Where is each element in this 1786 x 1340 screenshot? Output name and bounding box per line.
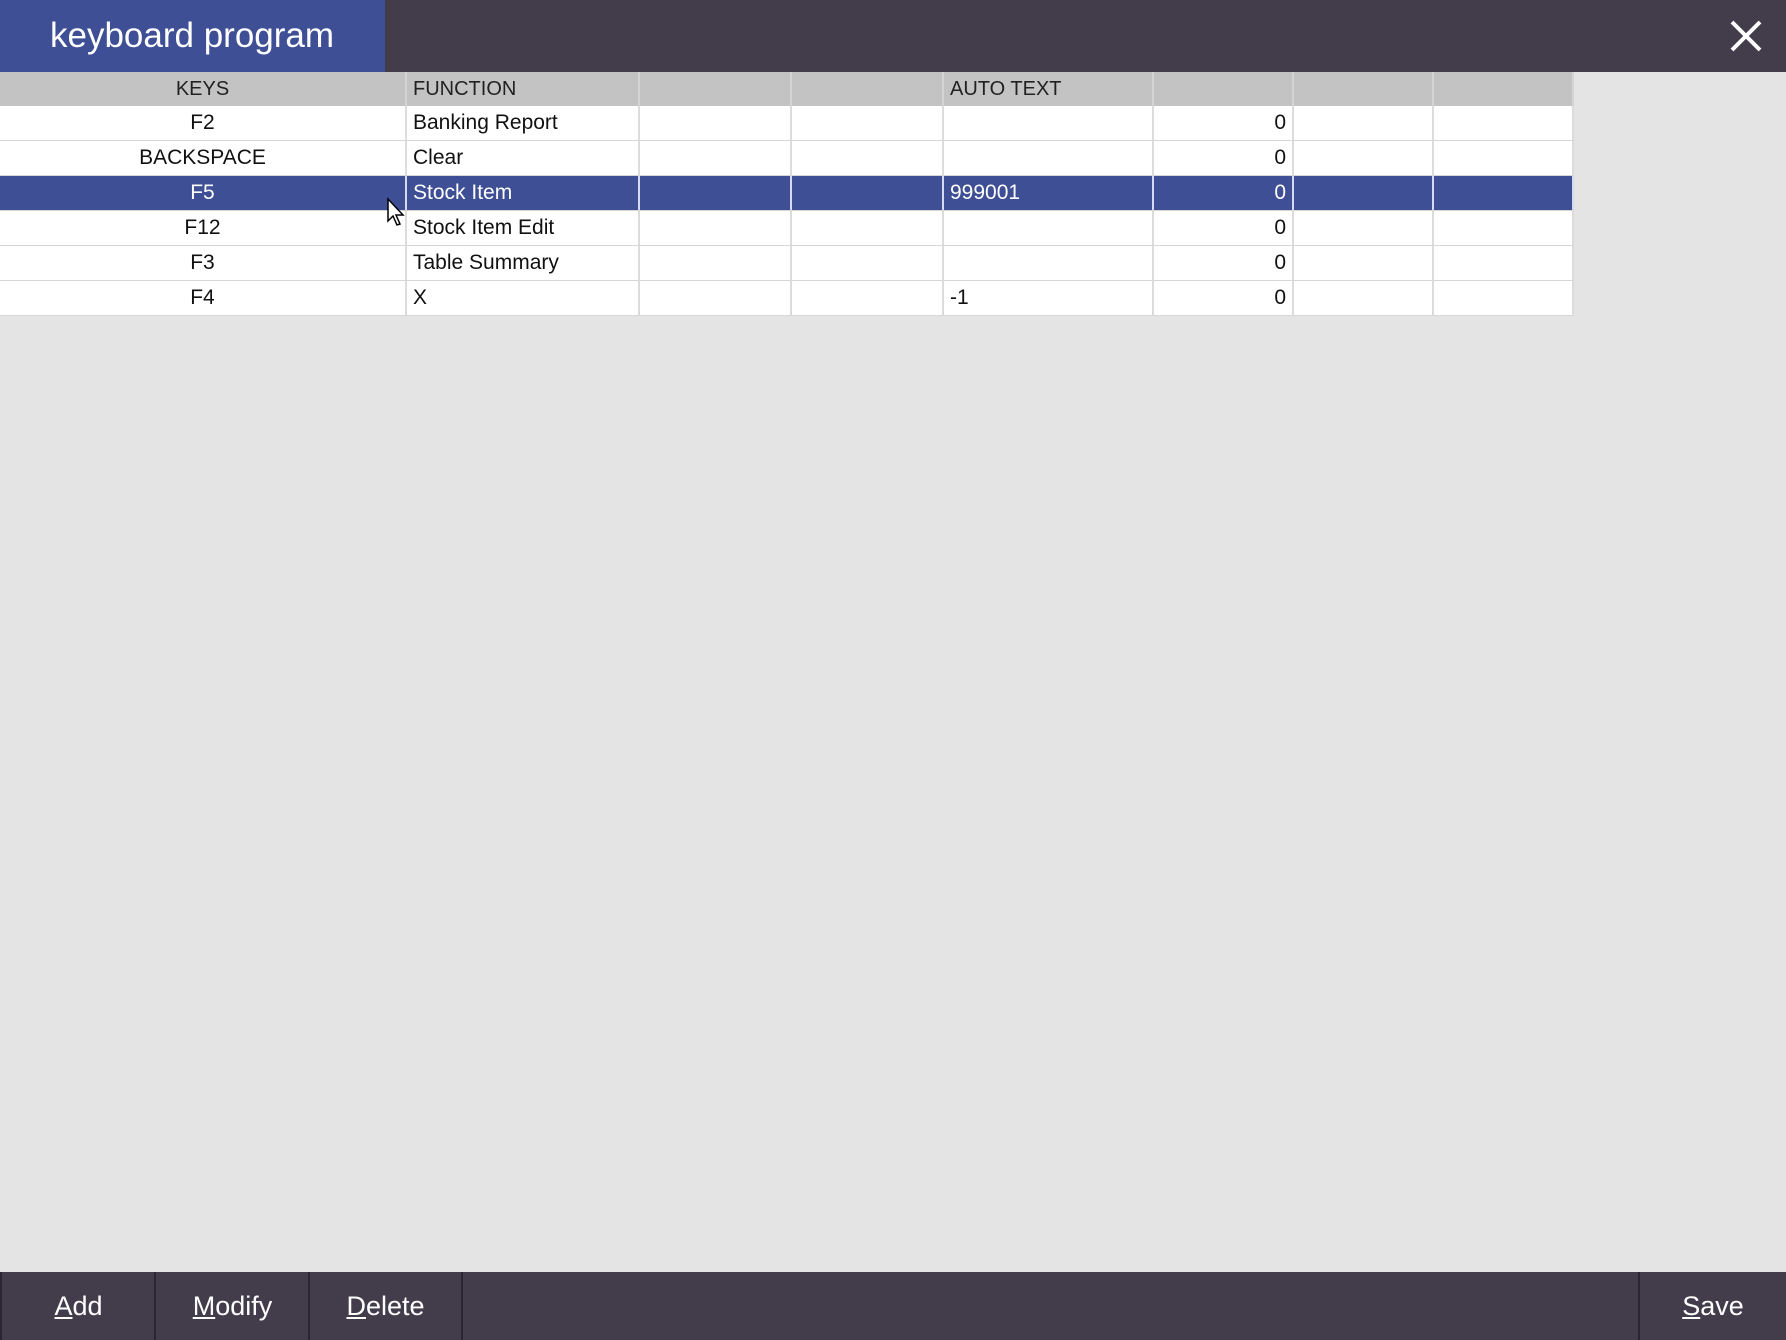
column-header-auto-text[interactable]: AUTO TEXT bbox=[944, 72, 1154, 106]
modify-button[interactable]: Modify bbox=[154, 1272, 309, 1340]
function-cell[interactable]: Banking Report bbox=[407, 106, 640, 140]
auto-text-cell[interactable]: 999001 bbox=[944, 176, 1154, 210]
value-cell[interactable]: 0 bbox=[1154, 106, 1294, 140]
mouse-cursor-icon bbox=[387, 197, 405, 226]
add-mnemonic: A bbox=[54, 1291, 73, 1321]
add-button[interactable]: Add bbox=[0, 1272, 155, 1340]
function-cell[interactable]: Stock Item bbox=[407, 176, 640, 210]
cell[interactable] bbox=[1434, 281, 1574, 315]
delete-mnemonic: D bbox=[346, 1291, 366, 1321]
table-row[interactable]: F2 Banking Report 0 bbox=[0, 106, 1574, 141]
close-icon bbox=[1730, 20, 1762, 52]
keyboard-program-table: KEYS FUNCTION AUTO TEXT F2 Banking Report… bbox=[0, 72, 1574, 316]
save-mnemonic: S bbox=[1682, 1291, 1701, 1321]
auto-text-cell[interactable]: -1 bbox=[944, 281, 1154, 315]
value-cell[interactable]: 0 bbox=[1154, 246, 1294, 280]
column-header[interactable] bbox=[792, 72, 944, 106]
cell[interactable] bbox=[1434, 106, 1574, 140]
close-button[interactable] bbox=[1716, 6, 1776, 66]
function-cell[interactable]: Table Summary bbox=[407, 246, 640, 280]
cell[interactable] bbox=[1434, 141, 1574, 175]
add-label: dd bbox=[72, 1291, 103, 1321]
cell[interactable] bbox=[792, 211, 944, 245]
cell[interactable] bbox=[792, 106, 944, 140]
cell[interactable] bbox=[1434, 211, 1574, 245]
modify-label: odify bbox=[215, 1291, 273, 1321]
table-row[interactable]: BACKSPACE Clear 0 bbox=[0, 141, 1574, 176]
cell[interactable] bbox=[1294, 281, 1434, 315]
cell[interactable] bbox=[1434, 176, 1574, 210]
cell[interactable] bbox=[792, 141, 944, 175]
cell[interactable] bbox=[1294, 176, 1434, 210]
auto-text-cell[interactable] bbox=[944, 211, 1154, 245]
cell[interactable] bbox=[1294, 106, 1434, 140]
cell[interactable] bbox=[640, 176, 792, 210]
table-row[interactable]: F4 X -1 0 bbox=[0, 281, 1574, 316]
cell[interactable] bbox=[640, 211, 792, 245]
cell[interactable] bbox=[792, 281, 944, 315]
cell[interactable] bbox=[640, 281, 792, 315]
key-cell[interactable]: F4 bbox=[0, 281, 407, 315]
footer-toolbar: Add Modify Delete Save bbox=[0, 1272, 1786, 1340]
cell[interactable] bbox=[792, 176, 944, 210]
value-cell[interactable]: 0 bbox=[1154, 281, 1294, 315]
title-bar: keyboard program bbox=[0, 0, 1786, 72]
key-cell[interactable]: F2 bbox=[0, 106, 407, 140]
table-row[interactable]: F5 Stock Item 999001 0 bbox=[0, 176, 1574, 211]
function-cell[interactable]: Stock Item Edit bbox=[407, 211, 640, 245]
cell[interactable] bbox=[792, 246, 944, 280]
column-header[interactable] bbox=[640, 72, 792, 106]
value-cell[interactable]: 0 bbox=[1154, 141, 1294, 175]
table-row[interactable]: F12 Stock Item Edit 0 bbox=[0, 211, 1574, 246]
cell[interactable] bbox=[1434, 246, 1574, 280]
auto-text-cell[interactable] bbox=[944, 141, 1154, 175]
window-title: keyboard program bbox=[0, 0, 385, 72]
delete-label: elete bbox=[365, 1291, 425, 1321]
key-cell[interactable]: F3 bbox=[0, 246, 407, 280]
cell[interactable] bbox=[1294, 141, 1434, 175]
table-row[interactable]: F3 Table Summary 0 bbox=[0, 246, 1574, 281]
table-header: KEYS FUNCTION AUTO TEXT bbox=[0, 72, 1574, 106]
delete-button[interactable]: Delete bbox=[308, 1272, 463, 1340]
cell[interactable] bbox=[640, 106, 792, 140]
cell[interactable] bbox=[640, 141, 792, 175]
save-label: ave bbox=[1700, 1291, 1744, 1321]
column-header[interactable] bbox=[1294, 72, 1434, 106]
value-cell[interactable]: 0 bbox=[1154, 211, 1294, 245]
key-cell[interactable]: F12 bbox=[0, 211, 407, 245]
key-cell[interactable]: F5 bbox=[0, 176, 407, 210]
auto-text-cell[interactable] bbox=[944, 246, 1154, 280]
column-header-keys[interactable]: KEYS bbox=[0, 72, 407, 106]
auto-text-cell[interactable] bbox=[944, 106, 1154, 140]
function-cell[interactable]: Clear bbox=[407, 141, 640, 175]
function-cell[interactable]: X bbox=[407, 281, 640, 315]
value-cell[interactable]: 0 bbox=[1154, 176, 1294, 210]
cell[interactable] bbox=[1294, 211, 1434, 245]
cell[interactable] bbox=[1294, 246, 1434, 280]
column-header[interactable] bbox=[1434, 72, 1574, 106]
column-header[interactable] bbox=[1154, 72, 1294, 106]
modify-mnemonic: M bbox=[192, 1291, 216, 1321]
column-header-function[interactable]: FUNCTION bbox=[407, 72, 640, 106]
save-button[interactable]: Save bbox=[1638, 1272, 1786, 1340]
key-cell[interactable]: BACKSPACE bbox=[0, 141, 407, 175]
cell[interactable] bbox=[640, 246, 792, 280]
